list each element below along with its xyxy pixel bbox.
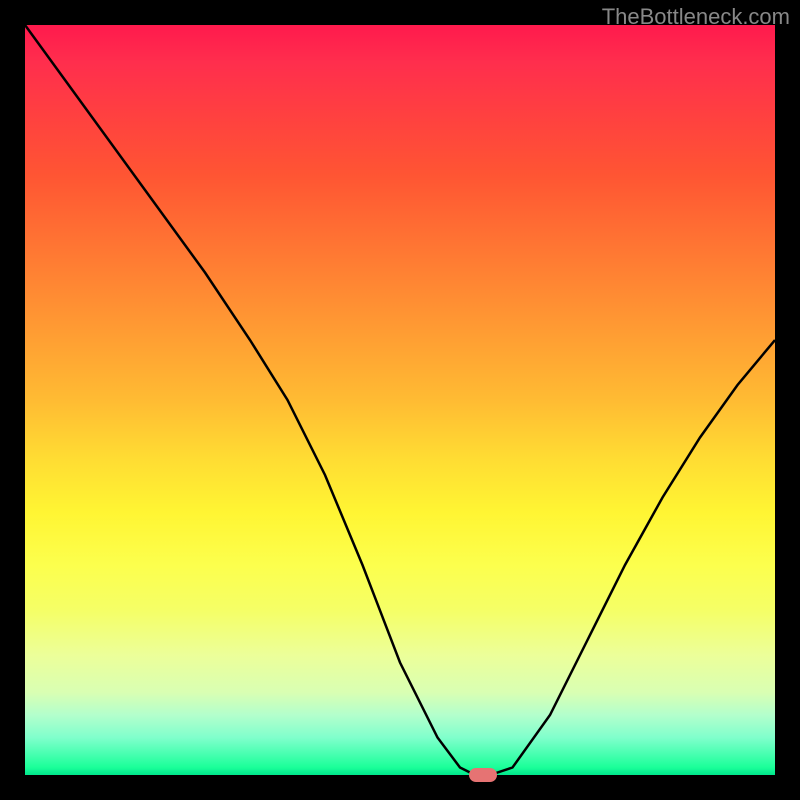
plot-area (25, 25, 775, 775)
chart-container: TheBottleneck.com (0, 0, 800, 800)
optimal-marker (469, 768, 497, 782)
bottleneck-curve (25, 25, 775, 775)
